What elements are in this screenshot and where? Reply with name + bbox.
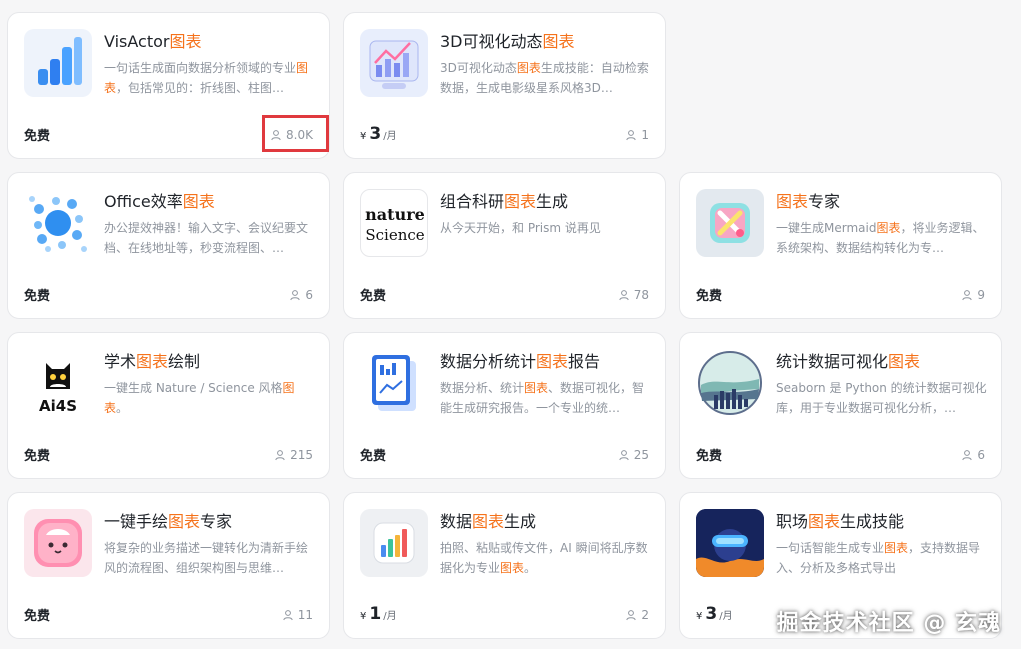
skill-card-handdrawn[interactable]: 一键手绘图表专家 将复杂的业务描述一键转化为清新手绘风的流程图、组织架构图与思维… — [7, 492, 330, 639]
card-title: 学术图表绘制 — [104, 352, 201, 371]
user-icon — [275, 450, 285, 461]
price-label: ¥1/月 — [360, 604, 397, 624]
bubble-dots-icon — [24, 189, 92, 257]
card-title: 统计数据可视化图表 — [776, 352, 921, 371]
price-label: 免费 — [360, 289, 387, 304]
user-count: 1 — [625, 128, 649, 142]
card-description: 拍照、粘贴或传文件，AI 瞬间将乱序数据化为专业图表。 — [440, 541, 648, 575]
card-title: 数据分析统计图表报告 — [440, 352, 601, 371]
price-label: ¥3/月 — [696, 604, 733, 624]
card-description: 一键生成Mermaid图表，将业务逻辑、系统架构、数据结构转化为专… — [776, 221, 985, 255]
price-label: 免费 — [24, 289, 51, 304]
skill-card-3d-chart[interactable]: 3D可视化动态图表 3D可视化动态图表生成技能：自动检索数据，生成电影级星系风格… — [343, 12, 666, 159]
skill-card-visactor[interactable]: VisActor图表 一句话生成面向数据分析领域的专业图表，包括常见的：折线图、… — [7, 12, 330, 159]
card-title: 职场图表生成技能 — [776, 512, 905, 531]
price-label: 免费 — [696, 289, 723, 304]
user-count: 2 — [625, 608, 649, 622]
skill-card-seaborn[interactable]: 统计数据可视化图表 Seaborn 是 Python 的统计数据可视化库，用于专… — [679, 332, 1002, 479]
skill-card-report[interactable]: 数据分析统计图表报告 数据分析、统计图表、数据可视化，智能生成研究报告。一个专业… — [343, 332, 666, 479]
card-title: Office效率图表 — [104, 192, 215, 211]
svg-text:Science: Science — [365, 226, 424, 244]
user-icon — [290, 290, 301, 301]
card-title: 组合科研图表生成 — [440, 192, 569, 211]
vr-person-icon — [696, 509, 764, 577]
user-icon — [619, 450, 629, 461]
user-count: 8.0K — [270, 128, 313, 142]
card-description: 办公提效神器！输入文字、会议纪要文档、在线地址等，秒变流程图、… — [104, 221, 309, 255]
card-description: 一句话智能生成专业图表，支持数据导入、分析及多格式导出 — [776, 541, 981, 575]
skill-card-chart-expert[interactable]: 图表专家 一键生成Mermaid图表，将业务逻辑、系统架构、数据结构转化为专… … — [679, 172, 1002, 319]
card-description: Seaborn 是 Python 的统计数据可视化库，用于专业数据可视化分析，… — [776, 381, 987, 415]
user-icon — [283, 610, 293, 621]
card-title: 图表专家 — [776, 192, 841, 211]
price-label: 免费 — [696, 449, 723, 464]
bar-chart-3d-icon — [24, 29, 92, 97]
card-title: VisActor图表 — [104, 32, 202, 51]
cute-blob-icon — [24, 509, 92, 577]
user-count: 25 — [618, 448, 649, 462]
nature-science-logo: nature Science — [360, 189, 428, 257]
card-description: 从今天开始，和 Prism 说再见 — [440, 221, 601, 235]
card-description: 将复杂的业务描述一键转化为清新手绘风的流程图、组织架构图与思维… — [104, 541, 309, 575]
user-count: 6 — [289, 288, 313, 302]
ai4s-text: Ai4S — [39, 397, 77, 415]
price-label: 免费 — [24, 129, 51, 144]
report-document-icon — [360, 349, 428, 417]
user-count: 78 — [618, 288, 649, 302]
user-icon — [626, 610, 637, 621]
seaborn-logo — [696, 349, 764, 417]
user-icon — [626, 130, 637, 141]
user-count: 11 — [282, 608, 313, 622]
price-label: 免费 — [24, 609, 51, 624]
user-icon — [962, 450, 973, 461]
bar-chart-app-icon — [360, 509, 428, 577]
watermark: 掘金技术社区 @ 玄魂 — [776, 611, 1001, 636]
price-label: 免费 — [360, 449, 387, 464]
card-title: 3D可视化动态图表 — [440, 32, 575, 51]
user-icon — [271, 130, 281, 141]
svg-text:nature: nature — [365, 205, 425, 224]
tools-3d-icon — [696, 189, 764, 257]
user-count: 9 — [961, 288, 985, 302]
user-icon — [962, 290, 973, 301]
card-title: 数据图表生成 — [440, 512, 537, 531]
skill-card-data-chart[interactable]: 数据图表生成 拍照、粘贴或传文件，AI 瞬间将乱序数据化为专业图表。 ¥1/月 … — [343, 492, 666, 639]
card-title: 一键手绘图表专家 — [104, 512, 233, 531]
price-label: 免费 — [24, 449, 51, 464]
skill-card-office[interactable]: Office效率图表 办公提效神器！输入文字、会议纪要文档、在线地址等，秒变流程… — [7, 172, 330, 319]
user-icon — [619, 290, 629, 301]
line-chart-3d-icon — [360, 29, 428, 97]
card-description: 3D可视化动态图表生成技能：自动检索数据，生成电影级星系风格3D… — [440, 61, 649, 95]
ai4s-cat-logo: Ai4S — [24, 349, 92, 417]
skill-card-academic[interactable]: Ai4S 学术图表绘制 一键生成 Nature / Science 风格图表。 … — [7, 332, 330, 479]
card-description: 一句话生成面向数据分析领域的专业图表，包括常见的：折线图、柱图… — [104, 61, 309, 95]
skill-card-research[interactable]: nature Science 组合科研图表生成 从今天开始，和 Prism 说再见… — [343, 172, 666, 319]
card-description: 数据分析、统计图表、数据可视化，智能生成研究报告。一个专业的统… — [440, 381, 645, 415]
card-description: 一键生成 Nature / Science 风格图表。 — [104, 381, 295, 415]
user-count: 6 — [961, 448, 985, 462]
price-label: ¥3/月 — [360, 124, 397, 144]
user-count: 215 — [274, 448, 313, 462]
